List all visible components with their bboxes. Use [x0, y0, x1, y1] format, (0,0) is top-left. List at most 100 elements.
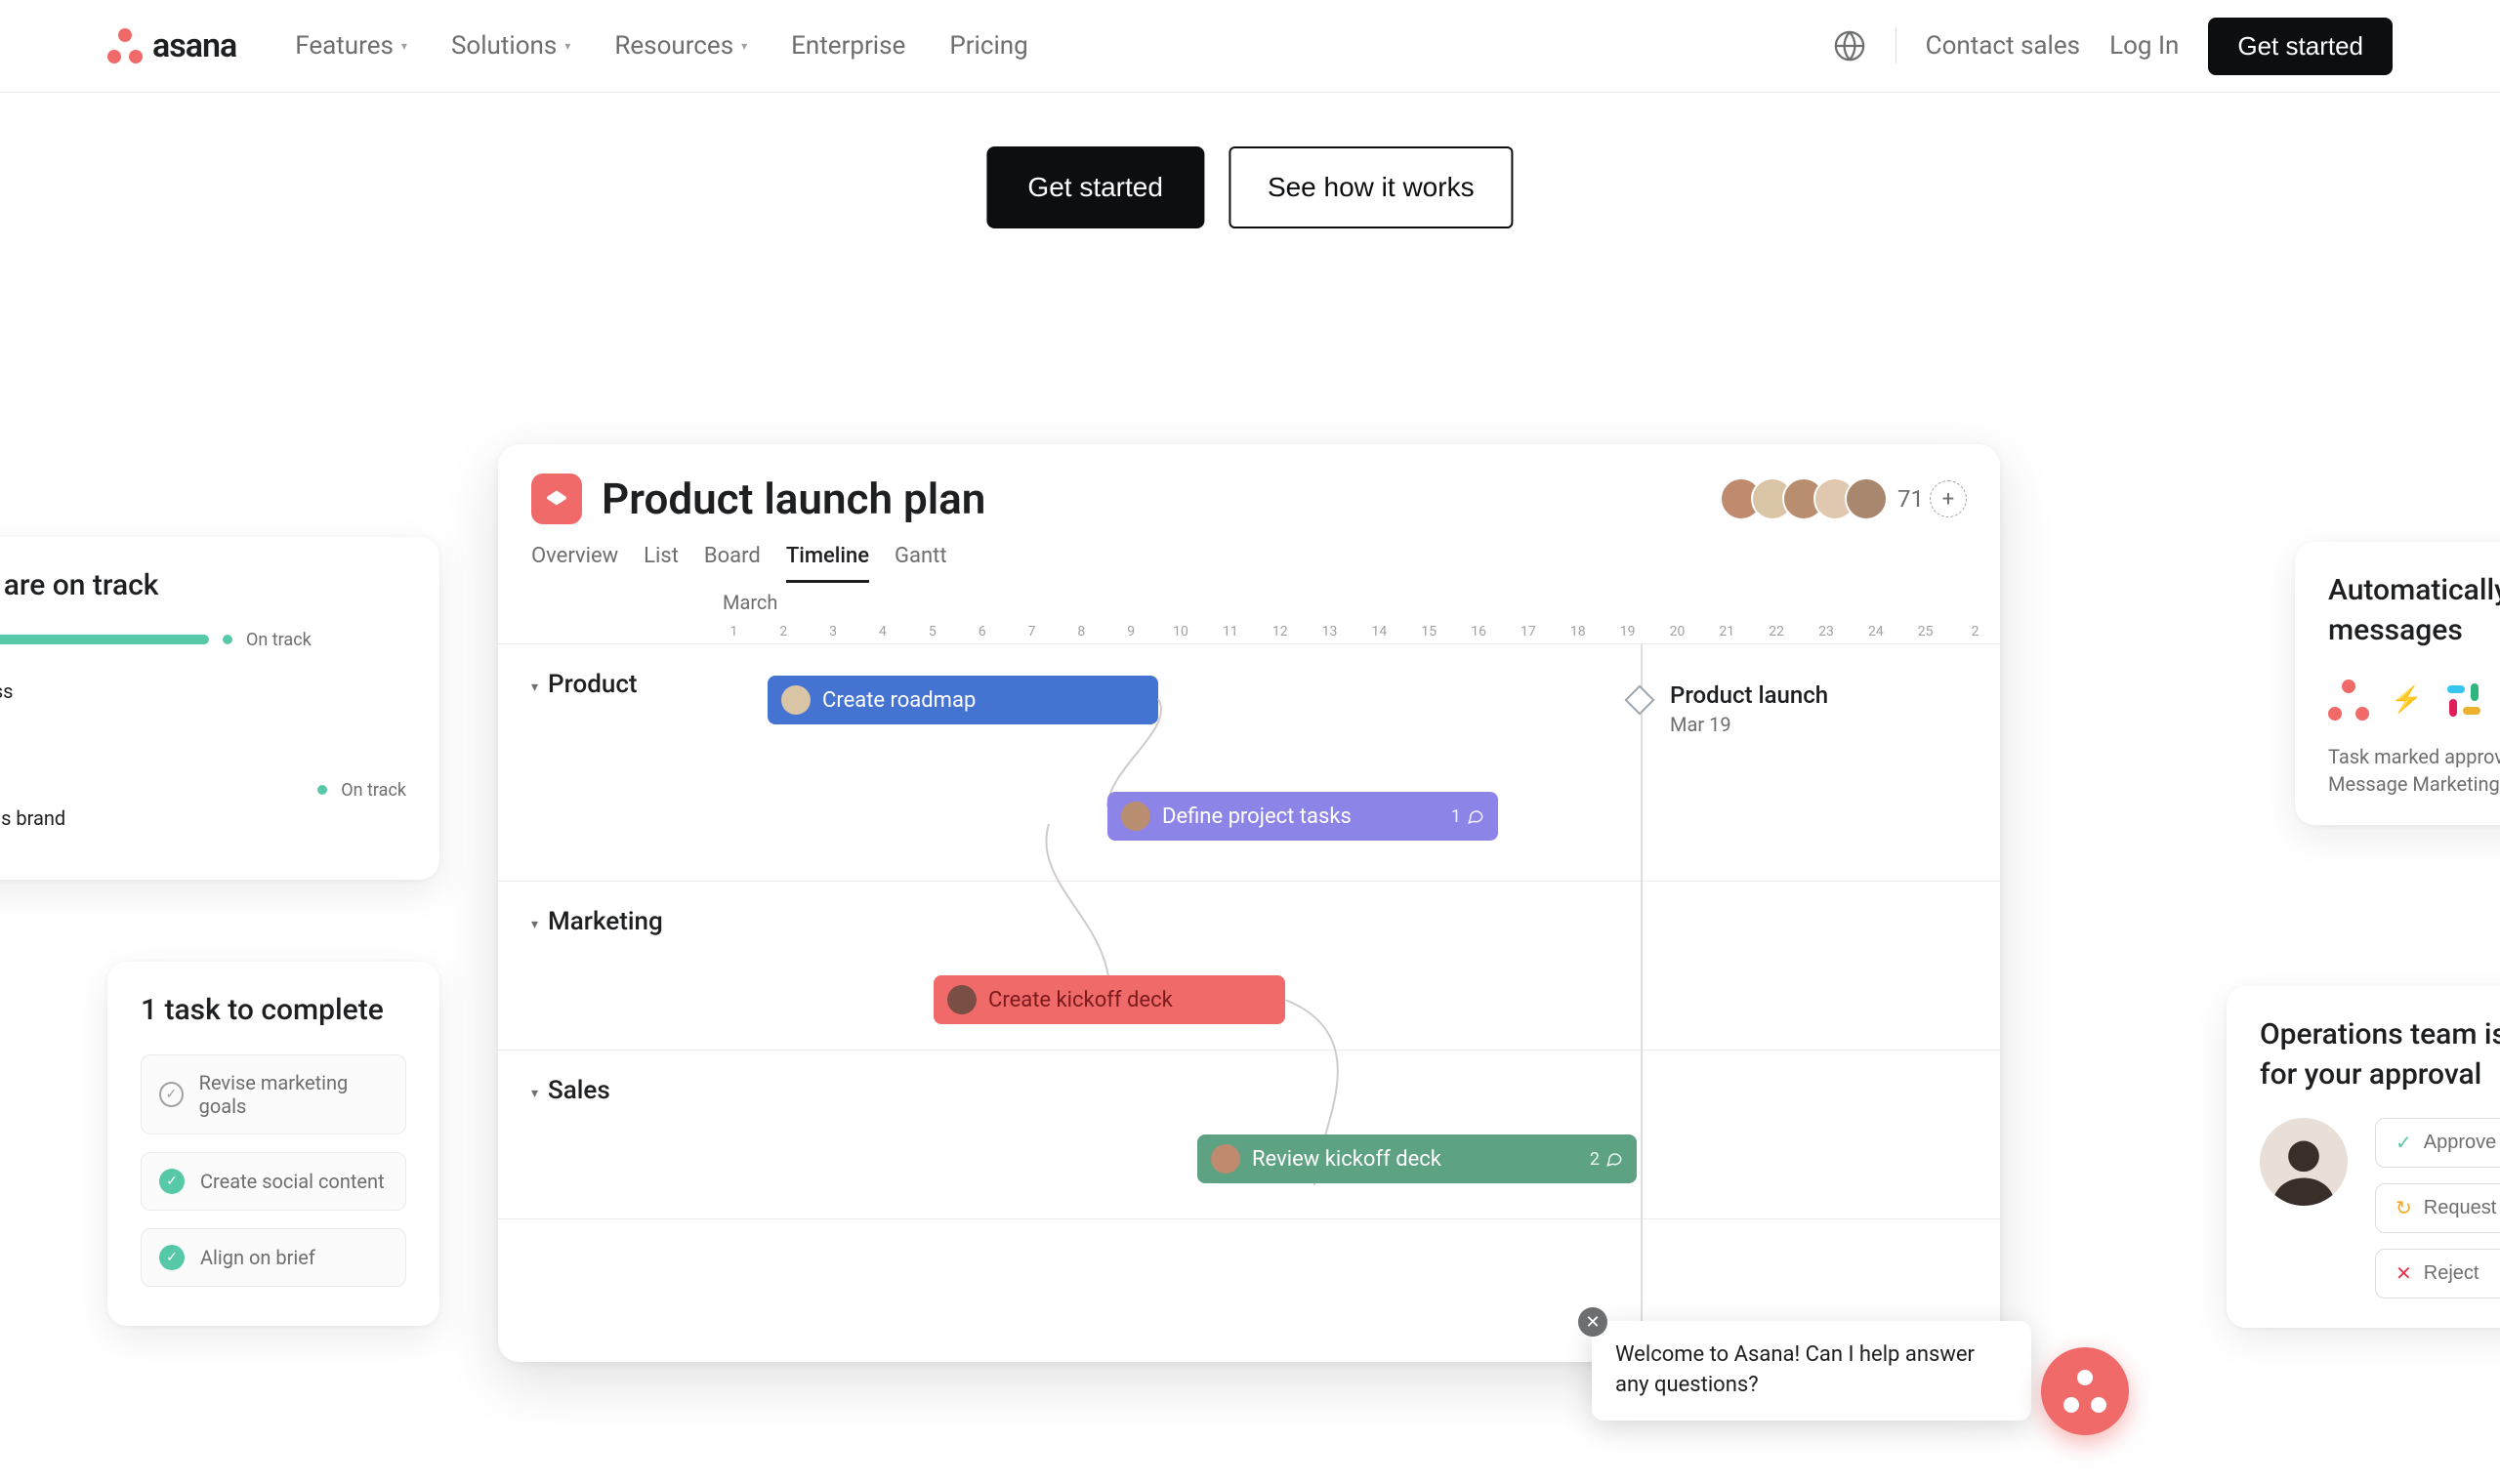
day: 8 — [1057, 624, 1106, 643]
asana-logo-icon — [107, 28, 143, 63]
check-icon: ✓ — [2396, 1131, 2412, 1155]
status-dot-icon — [317, 785, 327, 795]
add-member-button[interactable]: + — [1930, 480, 1967, 517]
section-label: ▾ Product — [498, 670, 709, 855]
bolt-icon: ⚡ — [2391, 685, 2422, 715]
day: 3 — [809, 624, 858, 643]
day: 19 — [1603, 624, 1652, 643]
section-marketing: ▾ Marketing Create kickoff deck — [498, 882, 2000, 1051]
task-label: Review kickoff deck — [1252, 1147, 1441, 1172]
day: 17 — [1504, 624, 1554, 643]
day: 13 — [1305, 624, 1354, 643]
day: 9 — [1106, 624, 1156, 643]
milestone-label: Product launch — [1670, 681, 1828, 709]
comment-count: 1 — [1451, 806, 1484, 827]
card-title: se goals are on track — [0, 566, 406, 606]
section-sales: ▾ Sales Review kickoff deck 2 — [498, 1051, 2000, 1219]
day: 2 — [1950, 624, 2000, 643]
check-empty-icon[interactable]: ✓ — [159, 1082, 184, 1107]
automation-step: Message Marketing — [2328, 772, 2500, 796]
day: 23 — [1802, 624, 1852, 643]
nav-enterprise[interactable]: Enterprise — [791, 31, 905, 61]
avatar[interactable] — [1845, 477, 1888, 520]
approve-button[interactable]: ✓ Approve — [2375, 1118, 2500, 1168]
close-icon: ✕ — [2396, 1261, 2412, 1286]
chat-text: Welcome to Asana! Can I help answer any … — [1615, 1342, 1975, 1397]
nav-features[interactable]: Features ▾ — [295, 31, 407, 61]
collapse-icon[interactable]: ▾ — [531, 680, 538, 695]
task-bar-create-roadmap[interactable]: Create roadmap — [768, 676, 1158, 724]
demo-tabs: Overview List Board Timeline Gantt — [498, 524, 2000, 583]
logo-word: asana — [152, 26, 236, 65]
collapse-icon[interactable]: ▾ — [531, 1086, 538, 1101]
task-bar-define-tasks[interactable]: Define project tasks 1 — [1107, 792, 1498, 841]
day: 21 — [1702, 624, 1752, 643]
chevron-down-icon: ▾ — [564, 39, 570, 53]
logo[interactable]: asana — [107, 26, 236, 65]
task-bar-review-kickoff[interactable]: Review kickoff deck 2 — [1197, 1134, 1637, 1183]
task-label: Revise marketing goals — [199, 1071, 388, 1118]
tab-overview[interactable]: Overview — [531, 544, 618, 583]
task-bar-kickoff-deck[interactable]: Create kickoff deck — [934, 975, 1285, 1024]
month-label: March — [498, 583, 2000, 614]
day: 16 — [1454, 624, 1504, 643]
avatar — [2260, 1118, 2348, 1206]
request-change-button[interactable]: ↻Request change — [2375, 1183, 2500, 1233]
nav-label: Enterprise — [791, 31, 905, 61]
chat-close-button[interactable]: ✕ — [1578, 1307, 1607, 1337]
hero-cta-row: Get started See how it works — [986, 146, 1513, 228]
see-how-it-works-button[interactable]: See how it works — [1229, 146, 1514, 228]
chat-popup[interactable]: ✕ Welcome to Asana! Can I help answer an… — [1592, 1321, 2031, 1421]
get-started-header-button[interactable]: Get started — [2208, 18, 2393, 75]
reject-button[interactable]: ✕ Reject — [2375, 1249, 2500, 1298]
card-automation: Automatically send messages ⚡ Task marke… — [2295, 542, 2500, 825]
tab-gantt[interactable]: Gantt — [895, 544, 947, 583]
section-product: ▾ Product Create roadmap Define project … — [498, 644, 2000, 882]
avatar — [781, 685, 811, 715]
header-right: Contact sales Log In Get started — [1833, 18, 2393, 75]
section-label: ▾ Sales — [498, 1076, 709, 1193]
nav-resources[interactable]: Resources▾ — [614, 31, 747, 61]
site-header: asana Features▾ Solutions▾ Resources▾ En… — [0, 0, 2500, 93]
check-complete-icon[interactable]: ✓ — [159, 1169, 185, 1194]
project-icon — [531, 474, 582, 524]
nav-pricing[interactable]: Pricing — [949, 31, 1027, 61]
day: 4 — [858, 624, 908, 643]
task-item[interactable]: ✓ Revise marketing goals — [141, 1054, 406, 1134]
card-goals: se goals are on track On track e our bus… — [0, 537, 439, 880]
nav-solutions[interactable]: Solutions▾ — [451, 31, 570, 61]
chevron-down-icon: ▾ — [401, 39, 407, 53]
day: 22 — [1752, 624, 1802, 643]
tab-timeline[interactable]: Timeline — [786, 544, 869, 583]
get-started-hero-button[interactable]: Get started — [986, 146, 1204, 228]
login-link[interactable]: Log In — [2109, 31, 2179, 61]
status-dot-icon — [223, 635, 232, 644]
task-item[interactable]: ✓ Align on brief — [141, 1228, 406, 1287]
task-label: Create social content — [200, 1170, 385, 1193]
check-complete-icon[interactable]: ✓ — [159, 1245, 185, 1270]
task-label: Define project tasks — [1162, 804, 1352, 829]
task-item[interactable]: ✓ Create social content — [141, 1152, 406, 1211]
tab-board[interactable]: Board — [704, 544, 761, 583]
day: 24 — [1851, 624, 1900, 643]
card-title: 1 task to complete — [141, 991, 406, 1031]
card-approval: Operations team is waiting for your appr… — [2227, 986, 2500, 1328]
automation-step: Task marked approved — [2328, 745, 2500, 768]
card-title: Automatically send messages — [2328, 571, 2500, 650]
nav-label: Features — [295, 31, 394, 61]
day: 2 — [759, 624, 809, 643]
chat-fab-button[interactable] — [2041, 1347, 2129, 1435]
day: 18 — [1553, 624, 1603, 643]
nav-label: Resources — [614, 31, 733, 61]
avatar — [1121, 802, 1150, 831]
button-label: Reject — [2424, 1262, 2479, 1285]
tab-list[interactable]: List — [644, 544, 679, 583]
globe-icon[interactable] — [1833, 29, 1866, 62]
button-label: Approve — [2424, 1132, 2497, 1154]
day: 11 — [1205, 624, 1255, 643]
collapse-icon[interactable]: ▾ — [531, 917, 538, 932]
contact-sales-link[interactable]: Contact sales — [1926, 31, 2080, 61]
day: 20 — [1652, 624, 1702, 643]
section-name: Sales — [548, 1076, 610, 1105]
milestone-icon[interactable] — [1624, 684, 1654, 715]
